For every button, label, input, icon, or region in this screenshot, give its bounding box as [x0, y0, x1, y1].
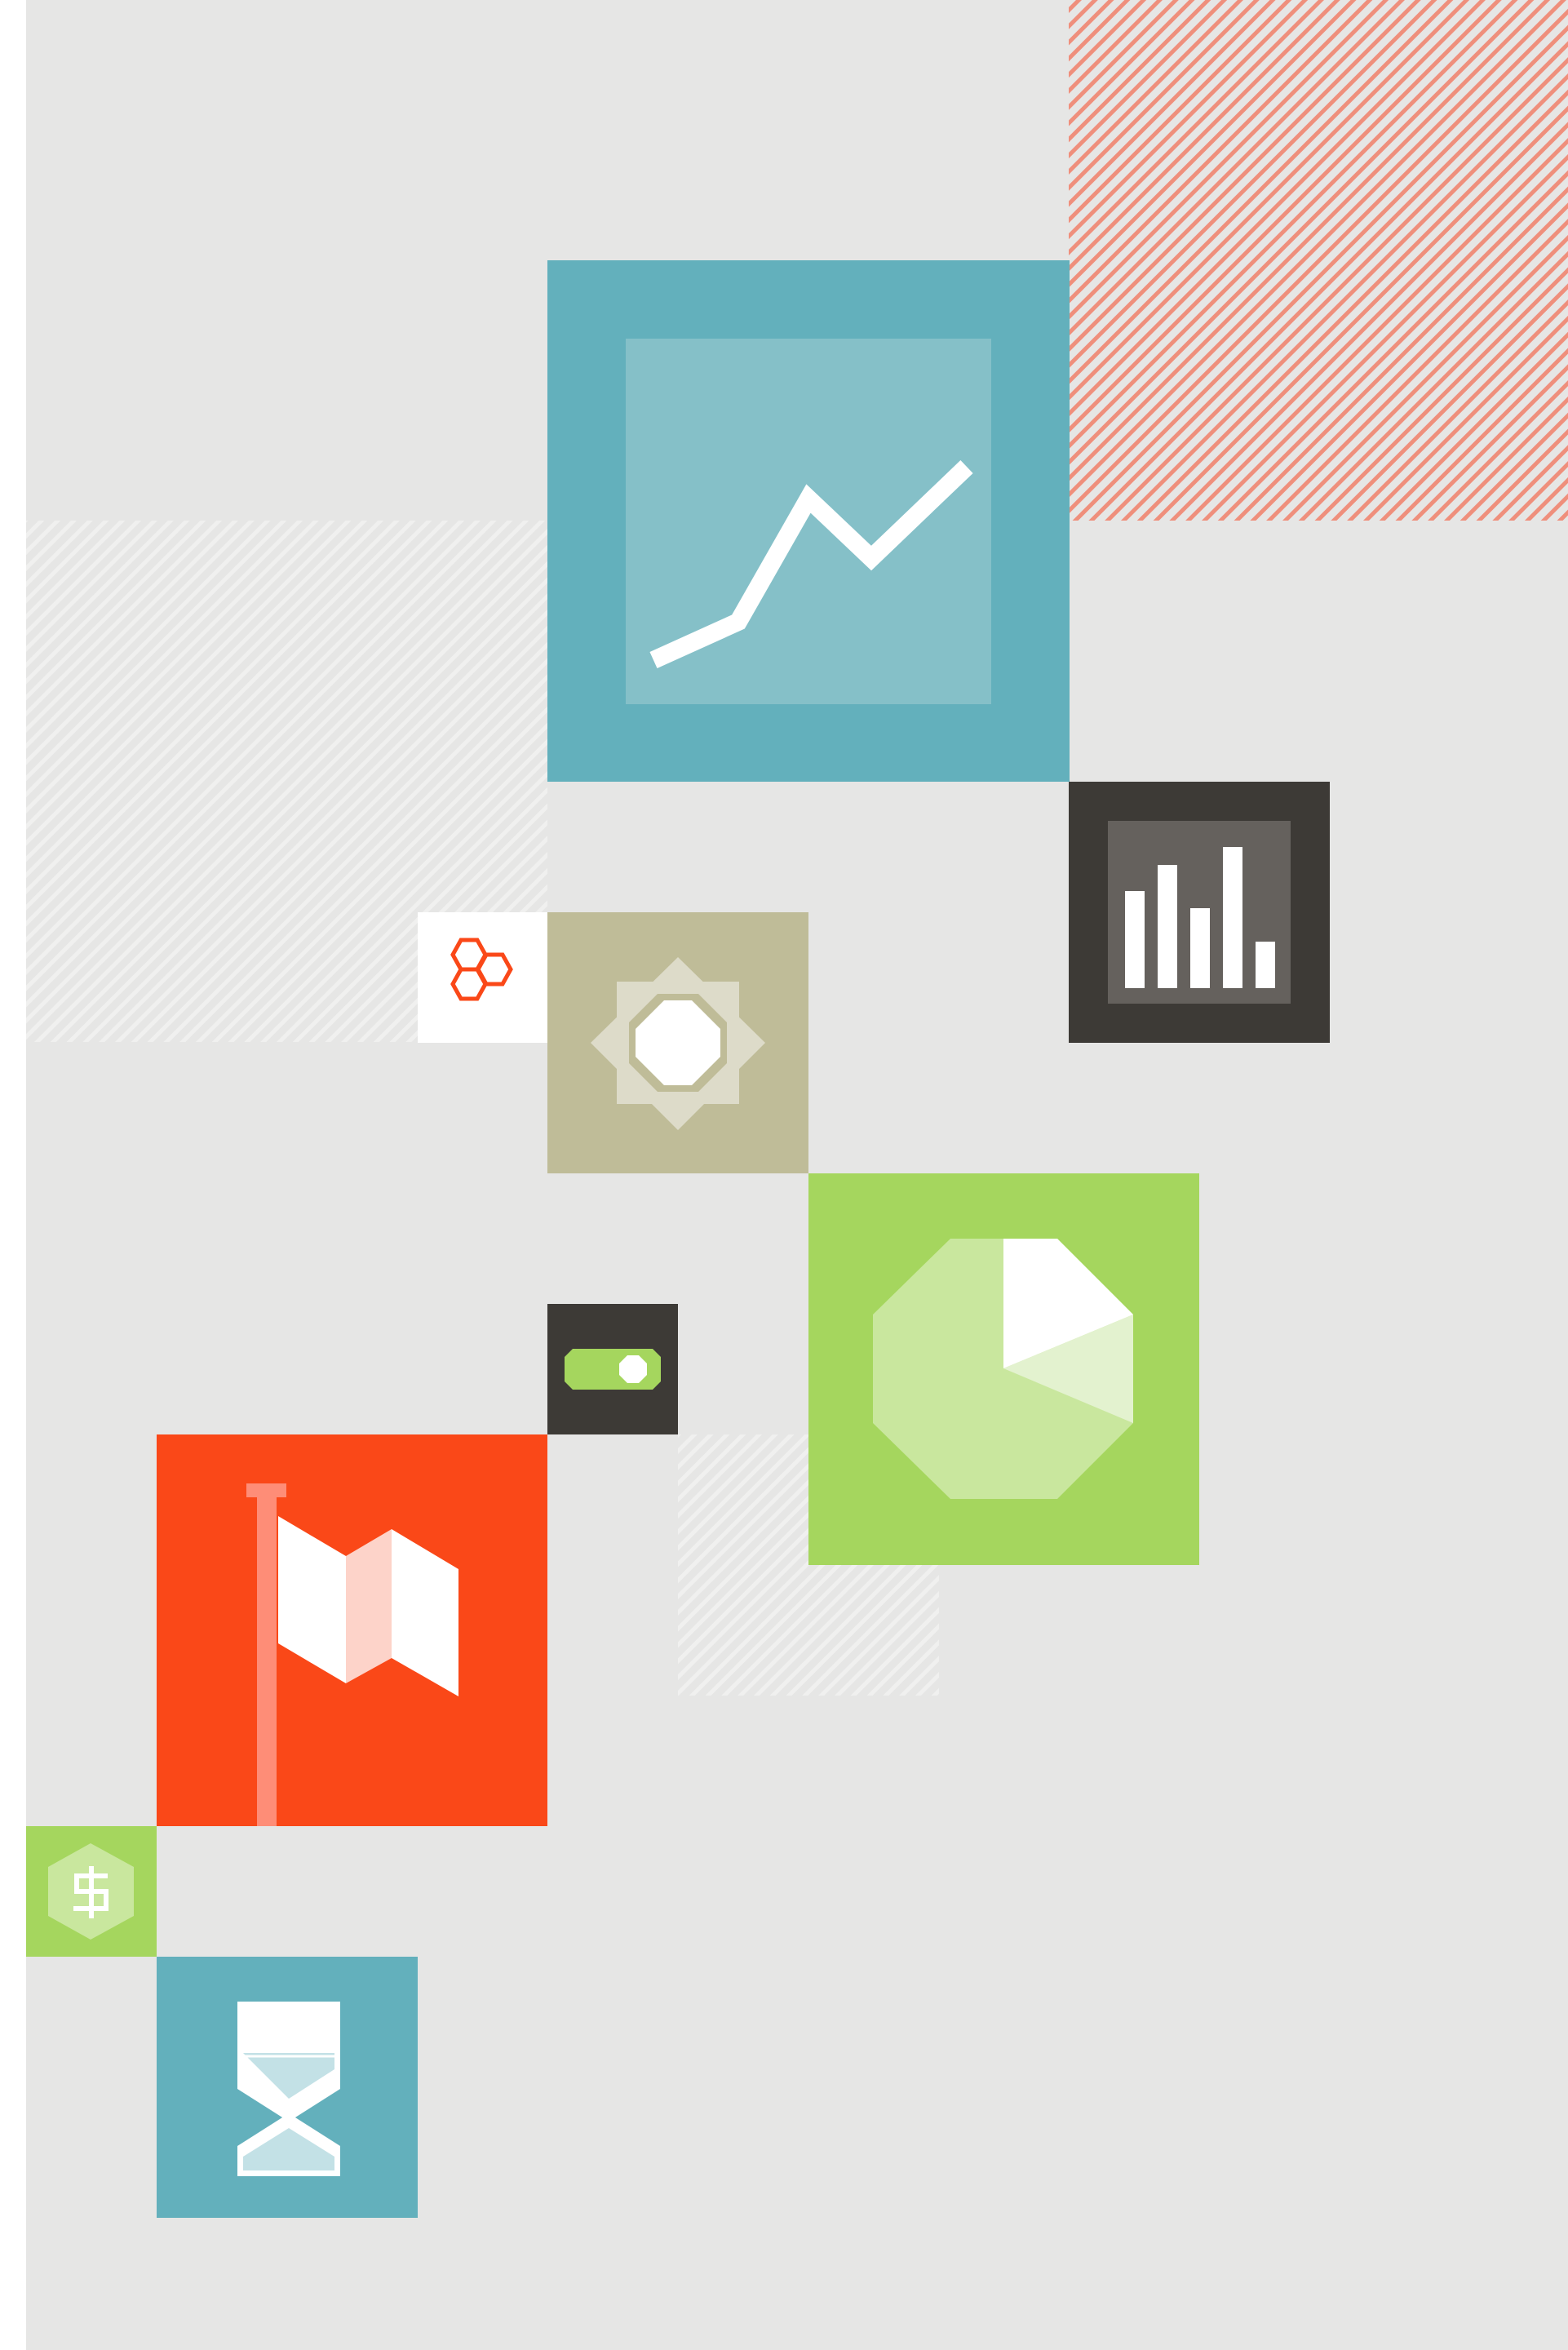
line-chart-tile [547, 260, 1070, 782]
toggle-switch-icon[interactable] [565, 1349, 661, 1390]
coral-hatch-panel [1069, 0, 1568, 521]
flag-tile [157, 1434, 547, 1826]
hourglass-tile [157, 1957, 418, 2218]
hexagon-cluster-tile [418, 912, 548, 1043]
hourglass-icon [237, 2002, 340, 2176]
illustration-canvas [26, 0, 1568, 2350]
octagon-pie-chart-icon [873, 1239, 1133, 1499]
octagon-badge-tile [547, 912, 808, 1173]
dollar-tile [26, 1826, 157, 1957]
pie-chart-tile [808, 1173, 1199, 1565]
toggle-tile[interactable] [547, 1304, 678, 1434]
icon-mosaic [26, 0, 1568, 2350]
bar-chart-tile [1069, 782, 1330, 1043]
